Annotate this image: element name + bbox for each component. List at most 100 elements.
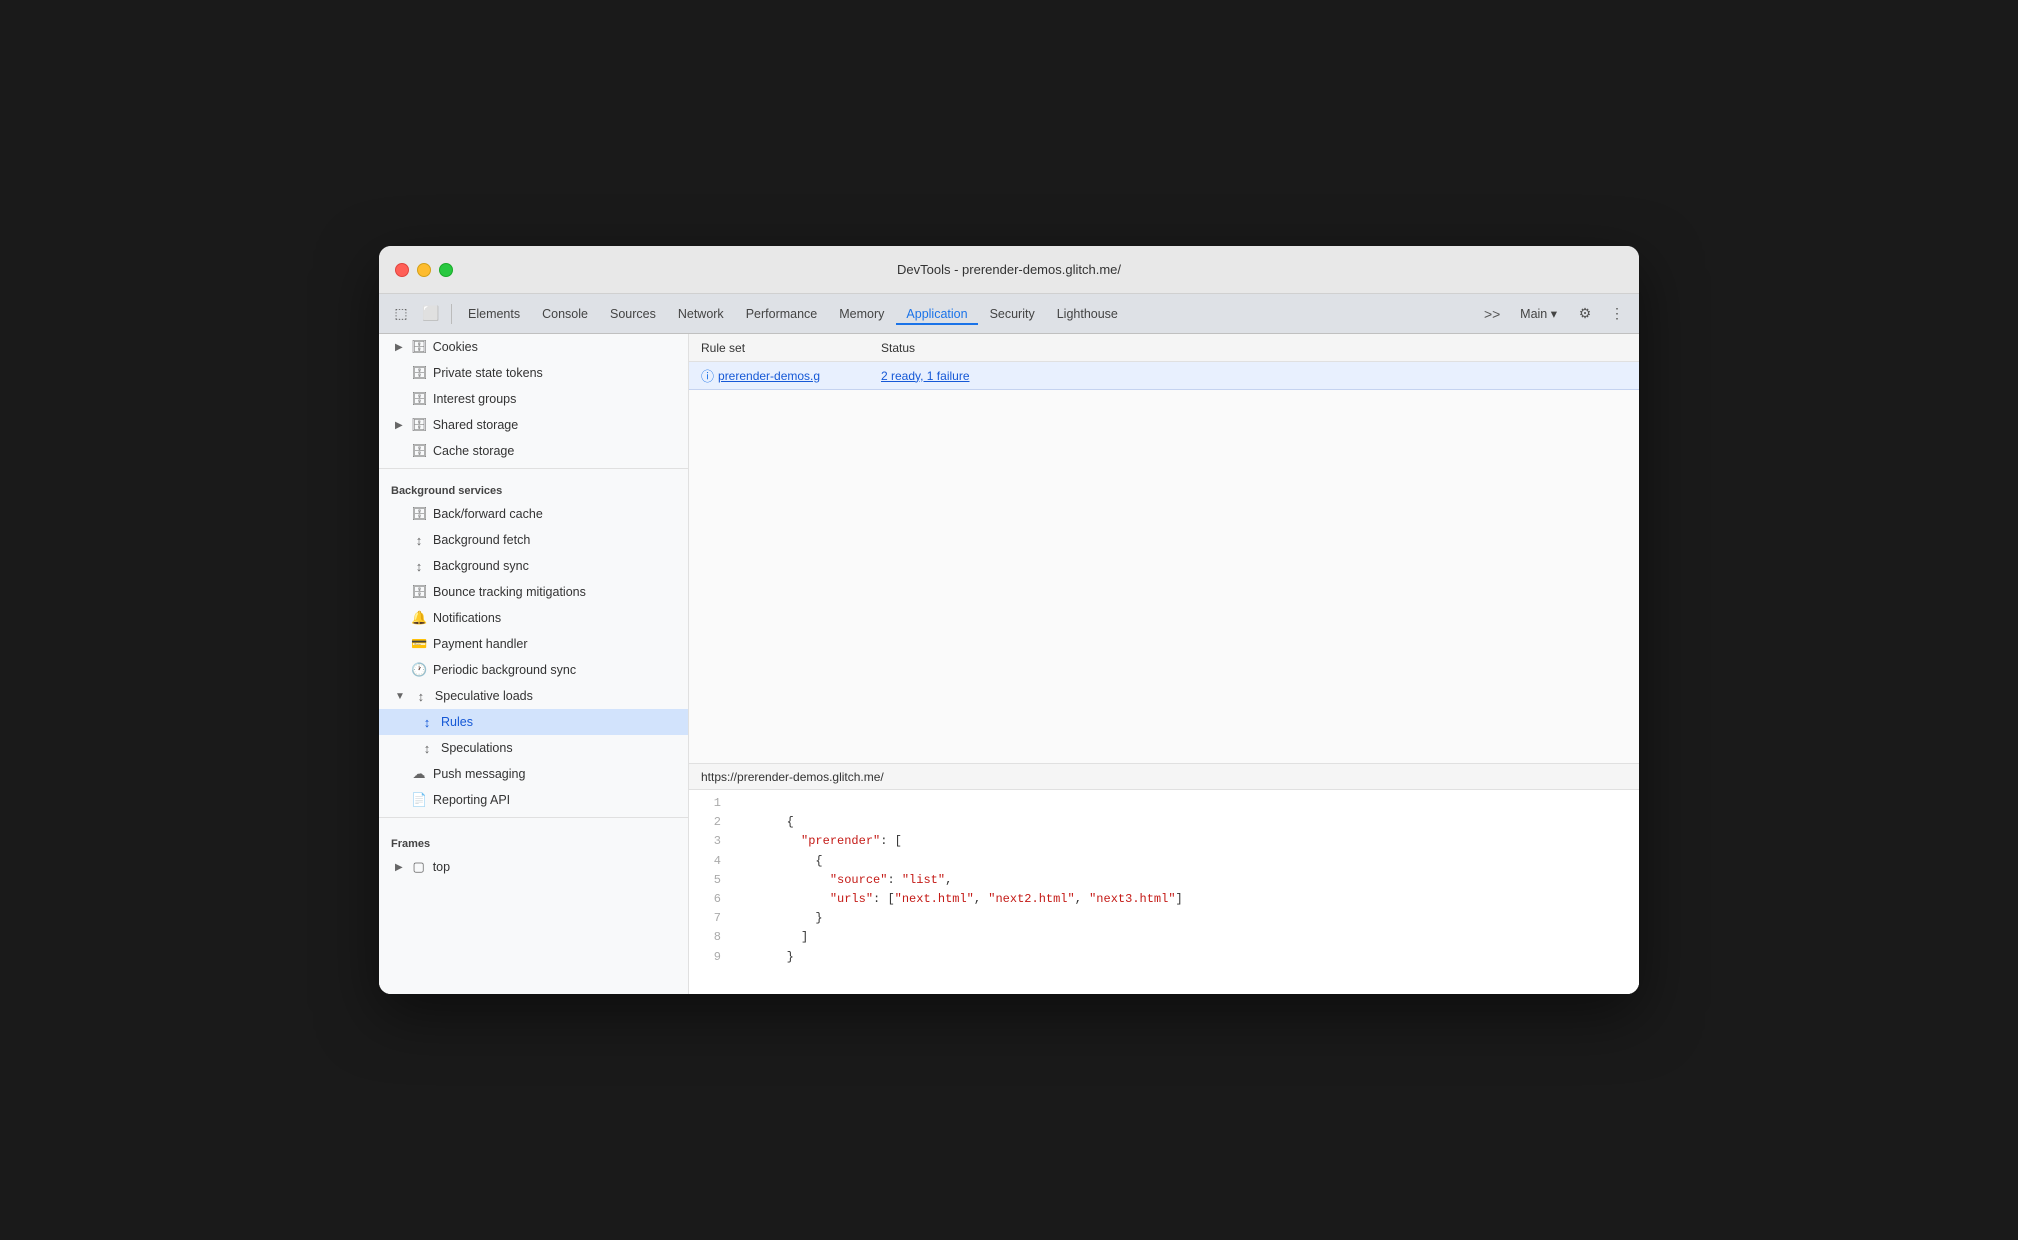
close-button[interactable] [395,263,409,277]
sidebar-item-shared-storage[interactable]: ▶ 🗄 Shared storage [379,412,688,438]
sidebar-label: Payment handler [433,637,528,651]
sidebar-label: Speculations [441,741,513,755]
code-content: { "prerender": [ { "source": "list", "ur… [729,794,1639,990]
rules-table-area: Rule set Status ⓘ prerender-demos.g 2 re… [689,334,1639,764]
code-line-7: } [729,909,1639,928]
document-icon: 📄 [411,792,427,808]
tab-separator [451,304,452,324]
line-num-1: 1 [697,794,721,813]
sidebar-item-payment-handler[interactable]: 💳 Payment handler [379,631,688,657]
tab-memory[interactable]: Memory [829,303,894,325]
sidebar-item-top-frame[interactable]: ▶ ▢ top [379,854,688,880]
code-line-2: { [729,813,1639,832]
sidebar-item-background-sync[interactable]: ↕ Background sync [379,553,688,579]
cell-status[interactable]: 2 ready, 1 failure [881,369,1627,383]
tab-network[interactable]: Network [668,303,734,325]
code-line-5: "source": "list", [729,871,1639,890]
tab-security[interactable]: Security [980,303,1045,325]
devtools-tab-bar: ⬚ ⬜ Elements Console Sources Network Per… [379,294,1639,334]
code-viewer: 1 2 3 4 5 6 7 8 9 { "prerender": [ { "so… [689,790,1639,994]
sidebar-item-interest-groups[interactable]: 🗄 Interest groups [379,386,688,412]
col-header-ruleset: Rule set [701,341,881,355]
sidebar-label: Private state tokens [433,366,543,380]
sidebar: ▶ 🗄 Cookies 🗄 Private state tokens 🗄 Int… [379,334,689,994]
cell-ruleset[interactable]: ⓘ prerender-demos.g [701,366,881,385]
sidebar-item-reporting-api[interactable]: 📄 Reporting API [379,787,688,813]
tab-performance[interactable]: Performance [736,303,828,325]
sidebar-item-backforward-cache[interactable]: 🗄 Back/forward cache [379,501,688,527]
tab-sources[interactable]: Sources [600,303,666,325]
inspector-icon[interactable]: ⬚ [387,300,415,328]
sidebar-item-push-messaging[interactable]: ☁ Push messaging [379,761,688,787]
code-line-8: ] [729,928,1639,947]
table-row[interactable]: ⓘ prerender-demos.g 2 ready, 1 failure [689,362,1639,390]
sidebar-item-rules[interactable]: ↕ Rules [379,709,688,735]
info-circle-icon: ⓘ [701,366,714,385]
titlebar: DevTools - prerender-demos.glitch.me/ [379,246,1639,294]
frame-icon: ▢ [411,859,427,875]
sidebar-item-cookies[interactable]: ▶ 🗄 Cookies [379,334,688,360]
line-num-3: 3 [697,832,721,851]
code-line-9: } [729,948,1639,967]
sidebar-label: Background sync [433,559,529,573]
kebab-menu-icon[interactable]: ⋮ [1603,300,1631,328]
background-services-header: Background services [379,473,688,501]
sidebar-label: Push messaging [433,767,525,781]
line-num-8: 8 [697,928,721,947]
sidebar-item-speculations[interactable]: ↕ Speculations [379,735,688,761]
sidebar-label: top [433,860,450,874]
sidebar-item-speculative-loads[interactable]: ▼ ↕ Speculative loads [379,683,688,709]
devtools-window: DevTools - prerender-demos.glitch.me/ ⬚ … [379,246,1639,994]
sync-icon: ↕ [413,689,429,704]
tab-application[interactable]: Application [896,303,977,325]
database-icon: 🗄 [411,584,427,600]
sidebar-item-bounce-tracking[interactable]: 🗄 Bounce tracking mitigations [379,579,688,605]
line-num-9: 9 [697,948,721,967]
sidebar-label: Cookies [433,340,478,354]
sidebar-label: Shared storage [433,418,518,432]
database-icon: 🗄 [411,417,427,433]
minimize-button[interactable] [417,263,431,277]
cloud-icon: ☁ [411,766,427,782]
window-title: DevTools - prerender-demos.glitch.me/ [897,262,1121,277]
line-num-7: 7 [697,909,721,928]
more-tabs-button[interactable]: >> [1478,300,1506,328]
sync-icon: ↕ [411,533,427,548]
code-line-3: "prerender": [ [729,832,1639,851]
expand-arrow-top: ▶ [395,862,403,873]
sidebar-label: Interest groups [433,392,516,406]
code-line-6: "urls": ["next.html", "next2.html", "nex… [729,890,1639,909]
sidebar-label: Rules [441,715,473,729]
sidebar-item-private-state-tokens[interactable]: 🗄 Private state tokens [379,360,688,386]
tab-console[interactable]: Console [532,303,598,325]
database-icon: 🗄 [411,443,427,459]
sidebar-label: Speculative loads [435,689,533,703]
payment-icon: 💳 [411,636,427,652]
sidebar-label: Background fetch [433,533,530,547]
sidebar-item-periodic-bg-sync[interactable]: 🕐 Periodic background sync [379,657,688,683]
expand-arrow-cookies: ▶ [395,342,403,353]
frames-header: Frames [379,826,688,854]
line-num-4: 4 [697,852,721,871]
divider [379,468,688,469]
source-code-area: https://prerender-demos.glitch.me/ 1 2 3… [689,764,1639,994]
settings-icon[interactable]: ⚙ [1571,300,1599,328]
maximize-button[interactable] [439,263,453,277]
main-target-selector[interactable]: Main ▾ [1510,302,1567,325]
sidebar-item-cache-storage[interactable]: 🗄 Cache storage [379,438,688,464]
line-numbers: 1 2 3 4 5 6 7 8 9 [689,794,729,990]
expand-arrow-speculative: ▼ [395,691,405,702]
frames-section: Frames ▶ ▢ top [379,822,688,880]
source-url-bar: https://prerender-demos.glitch.me/ [689,764,1639,790]
col-header-status: Status [881,341,1627,355]
tab-elements[interactable]: Elements [458,303,530,325]
code-line-4: { [729,852,1639,871]
table-header: Rule set Status [689,334,1639,362]
clock-icon: 🕐 [411,662,427,678]
sidebar-item-background-fetch[interactable]: ↕ Background fetch [379,527,688,553]
sidebar-item-notifications[interactable]: 🔔 Notifications [379,605,688,631]
tab-lighthouse[interactable]: Lighthouse [1047,303,1128,325]
device-toolbar-icon[interactable]: ⬜ [417,300,445,328]
sidebar-label: Notifications [433,611,501,625]
ruleset-link[interactable]: prerender-demos.g [718,369,820,383]
